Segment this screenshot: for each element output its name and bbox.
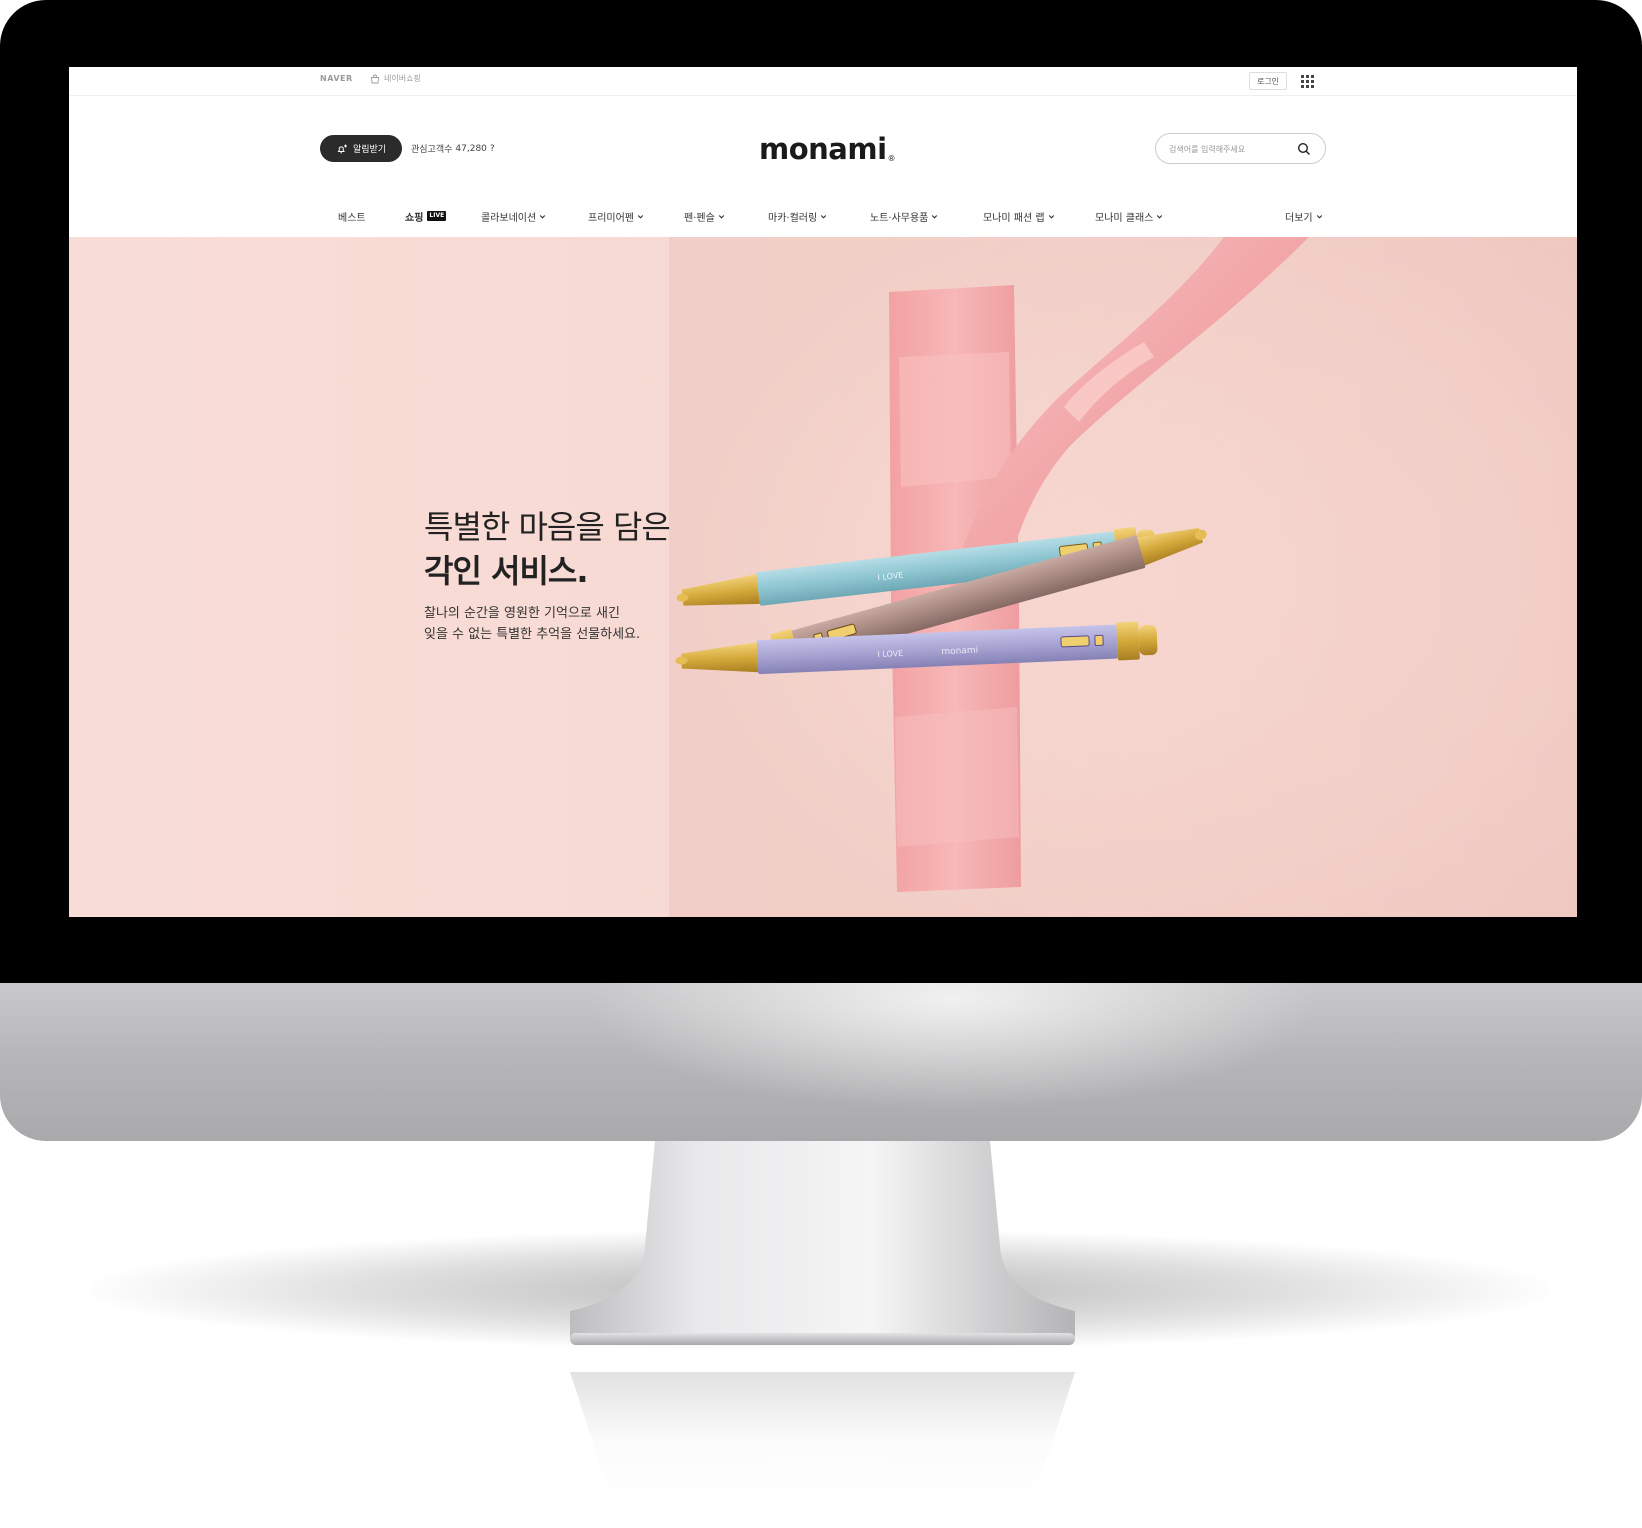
nav-item-shopping-live[interactable]: 쇼핑 LIVE — [405, 203, 447, 229]
nav-item-marker-coloring[interactable]: 마카·컬러링 — [768, 203, 827, 229]
chevron-down-icon — [637, 214, 644, 219]
search-icon[interactable] — [1297, 142, 1311, 156]
nav-item-label: 펜·펜슬 — [684, 212, 715, 224]
naver-shopping-label: 네이버쇼핑 — [384, 74, 421, 83]
nav-item-premier-pen[interactable]: 프리미어펜 — [588, 203, 644, 229]
live-badge: LIVE — [427, 211, 447, 221]
store-header: 알림받기 관심고객수 47,280 ? monami® — [69, 96, 1577, 203]
chevron-down-icon — [820, 214, 827, 219]
pen-brand-text: monami — [941, 646, 978, 658]
nav-item-collaboration[interactable]: 콜라보네이션 — [481, 203, 546, 229]
grid-menu-icon[interactable] — [1301, 75, 1314, 88]
nav-item-label: 콜라보네이션 — [481, 212, 537, 224]
browser-screen: NAVER 네이버쇼핑 로그인 알림받기 관심고객수 47,280 ? mona… — [69, 67, 1577, 917]
search-box — [1155, 133, 1326, 164]
chevron-down-icon — [1157, 214, 1163, 219]
chevron-down-icon — [1316, 214, 1322, 219]
nav-item-label: 노트·사무용품 — [870, 212, 929, 224]
bell-plus-icon — [337, 144, 347, 153]
chevron-down-icon — [718, 214, 724, 219]
nav-item-label: 모나미 패션 랩 — [983, 212, 1045, 224]
brand-name: monami — [759, 132, 887, 166]
nav-item-label: 쇼핑 — [405, 212, 424, 224]
interest-label: 관심고객수 — [411, 145, 453, 155]
hero-title-line2: 각인 서비스. — [424, 552, 588, 590]
chevron-down-icon — [540, 214, 546, 219]
naver-logo[interactable]: NAVER — [320, 74, 353, 83]
nav-more-button[interactable]: 더보기 — [1285, 203, 1323, 229]
login-button[interactable]: 로그인 — [1249, 72, 1287, 90]
pen-engraving-text: I LOVE — [877, 649, 903, 659]
interest-help-icon[interactable]: ? — [490, 144, 495, 154]
interest-customers: 관심고객수 47,280 ? — [411, 142, 495, 156]
hero-title: 특별한 마음을 담은 각인 서비스. — [424, 505, 671, 593]
registered-mark: ® — [887, 154, 896, 163]
global-nav-bar: NAVER 네이버쇼핑 로그인 — [69, 67, 1577, 96]
hero-desc-line2: 잊을 수 없는 특별한 추억을 선물하세요. — [424, 627, 641, 642]
nav-more-label: 더보기 — [1285, 212, 1313, 224]
monitor-stand — [570, 1141, 1075, 1351]
hero-desc-line1: 찰나의 순간을 영원한 기억으로 새긴 — [424, 606, 620, 621]
nav-item-fashion-lab[interactable]: 모나미 패션 랩 — [983, 203, 1055, 229]
nav-item-pen-pencil[interactable]: 펜·펜슬 — [684, 203, 725, 229]
nav-item-best[interactable]: 베스트 — [338, 203, 366, 229]
chevron-down-icon — [932, 214, 938, 219]
search-input[interactable] — [1169, 142, 1289, 156]
stand-reflection — [570, 1372, 1075, 1528]
hero-banner[interactable]: I LOVE I LOVE monami 특별한 마음을 담은 각인 서비스. … — [69, 237, 1577, 917]
hero-description: 찰나의 순간을 영원한 기억으로 새긴 잊을 수 없는 특별한 추억을 선물하세… — [424, 603, 640, 645]
nav-item-note-office[interactable]: 노트·사무용품 — [870, 203, 938, 229]
hero-product-image: I LOVE I LOVE monami — [69, 237, 1577, 917]
brand-logo[interactable]: monami® — [759, 132, 895, 166]
monitor-chin — [0, 983, 1642, 1141]
hero-title-line1: 특별한 마음을 담은 — [424, 508, 671, 546]
notification-button[interactable]: 알림받기 — [320, 135, 402, 162]
chevron-down-icon — [1048, 214, 1054, 219]
nav-item-label: 마카·컬러링 — [768, 212, 818, 224]
nav-item-label: 프리미어펜 — [588, 212, 634, 224]
monitor-mockup: NAVER 네이버쇼핑 로그인 알림받기 관심고객수 47,280 ? mona… — [0, 0, 1642, 1528]
naver-shopping-link[interactable]: 네이버쇼핑 — [370, 73, 421, 84]
category-nav: 베스트 쇼핑 LIVE 콜라보네이션 프리미어펜 펜·펜슬 마카·컬러링 노트·… — [69, 203, 1577, 229]
nav-item-monami-class[interactable]: 모나미 클래스 — [1095, 203, 1163, 229]
interest-count: 47,280 — [455, 143, 487, 154]
nav-item-label: 베스트 — [338, 212, 366, 224]
nav-item-label: 모나미 클래스 — [1095, 212, 1154, 224]
notification-button-label: 알림받기 — [352, 145, 387, 155]
shopping-bag-icon — [371, 74, 379, 83]
